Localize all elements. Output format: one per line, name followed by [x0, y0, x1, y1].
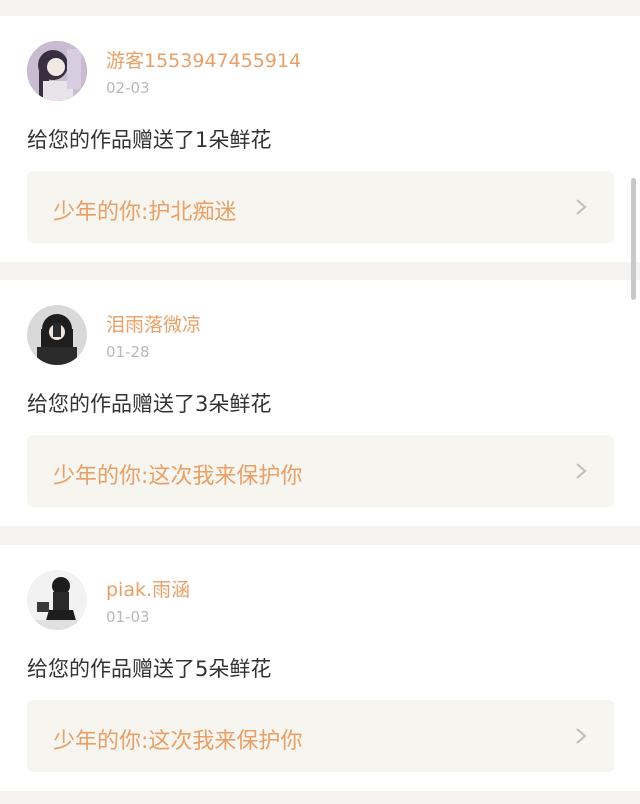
avatar[interactable] — [27, 570, 87, 630]
work-title: 少年的你:护北痴迷 — [53, 200, 237, 225]
work-link[interactable]: 少年的你:护北痴迷 — [27, 171, 614, 243]
avatar[interactable] — [27, 41, 87, 101]
gift-message: 给您的作品赠送了5朵鲜花 — [27, 657, 272, 681]
avatar-icon — [27, 570, 87, 630]
work-title: 少年的你:这次我来保护你 — [53, 729, 303, 754]
notification-card: 泪雨落微凉 01-28 给您的作品赠送了3朵鲜花 少年的你:这次我来保护你 — [0, 280, 640, 526]
gift-message: 给您的作品赠送了1朵鲜花 — [27, 128, 272, 152]
scrollbar[interactable] — [631, 178, 636, 300]
notification-card: piak.雨涵 01-03 给您的作品赠送了5朵鲜花 少年的你:这次我来保护你 — [0, 545, 640, 791]
avatar-icon — [27, 41, 87, 101]
chevron-right-icon — [576, 463, 587, 479]
username[interactable]: piak.雨涵 — [106, 575, 190, 602]
avatar[interactable] — [27, 305, 87, 365]
work-title: 少年的你:这次我来保护你 — [53, 464, 303, 489]
username[interactable]: 泪雨落微凉 — [106, 310, 201, 337]
work-link[interactable]: 少年的你:这次我来保护你 — [27, 435, 614, 507]
username[interactable]: 游客1553947455914 — [106, 46, 301, 73]
gift-message: 给您的作品赠送了3朵鲜花 — [27, 392, 272, 416]
date: 02-03 — [106, 79, 150, 97]
notification-card: 游客1553947455914 02-03 给您的作品赠送了1朵鲜花 少年的你:… — [0, 16, 640, 262]
date: 01-03 — [106, 608, 150, 626]
chevron-right-icon — [576, 728, 587, 744]
date: 01-28 — [106, 343, 150, 361]
work-link[interactable]: 少年的你:这次我来保护你 — [27, 700, 614, 772]
avatar-icon — [27, 305, 87, 365]
chevron-right-icon — [576, 199, 587, 215]
